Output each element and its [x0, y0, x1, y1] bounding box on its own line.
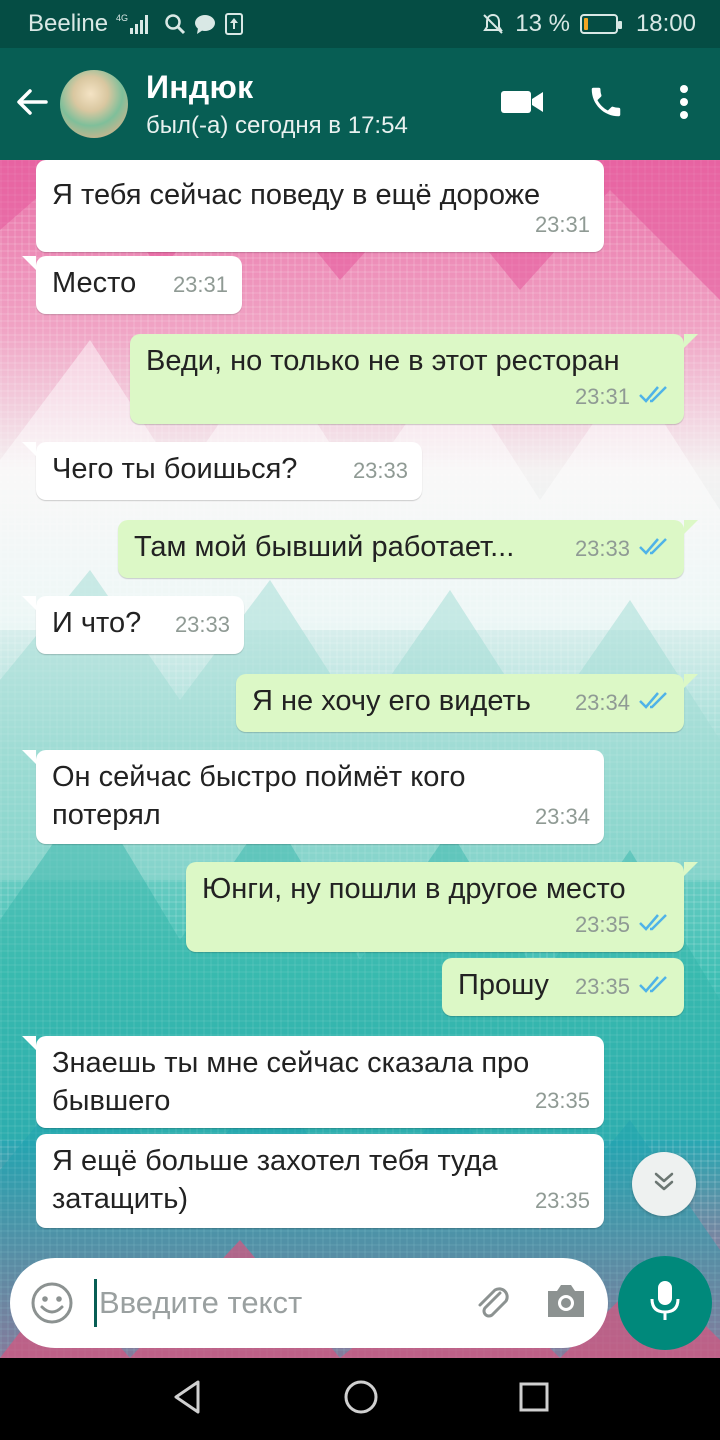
message-incoming[interactable]: Место 23:31 [22, 256, 242, 314]
message-time: 23:34 [575, 684, 670, 722]
voice-record-button[interactable] [618, 1256, 712, 1350]
phone-icon [587, 83, 625, 126]
more-vertical-icon [679, 84, 689, 125]
battery-fill [583, 18, 588, 30]
battery-icon [579, 14, 622, 34]
double-chevron-down-icon [650, 1168, 678, 1201]
recents-nav-button[interactable] [518, 1381, 550, 1418]
back-button[interactable] [4, 48, 60, 160]
message-time: 23:33 [575, 530, 670, 568]
arrow-left-icon [14, 84, 50, 125]
last-seen: был(-а) сегодня в 17:54 [146, 111, 408, 139]
message-text: Знаешь ты мне сейчас сказала про бывшего [52, 1047, 530, 1117]
message-outgoing[interactable]: Прошу 23:35 [442, 958, 684, 1016]
circle-home-icon [343, 1380, 379, 1419]
menu-button[interactable] [648, 48, 720, 160]
message-time: 23:31 [172, 272, 228, 297]
message-text: Он сейчас быстро поймёт кого потерял [52, 761, 466, 831]
double-check-icon [638, 906, 670, 944]
avatar[interactable] [60, 70, 128, 138]
contact-name: Индюк [146, 68, 254, 105]
video-call-button[interactable] [480, 48, 564, 160]
message-time: 23:31 [575, 378, 670, 416]
message-incoming[interactable]: Он сейчас быстро поймёт кого потерял 23:… [22, 750, 604, 844]
home-nav-button[interactable] [343, 1379, 379, 1420]
message-incoming[interactable]: Я тебя сейчас поведу в ещё дороже 23:31 [36, 160, 604, 252]
paperclip-icon [470, 1279, 514, 1328]
clock: 18:00 [635, 10, 696, 37]
message-text: Юнги, ну пошли в другое место [202, 873, 626, 905]
message-time: 23:33 [174, 612, 230, 637]
attach-button[interactable] [470, 1279, 514, 1328]
microphone-icon [648, 1279, 682, 1328]
camera-button[interactable] [544, 1282, 588, 1325]
camera-icon [544, 1282, 588, 1325]
message-incoming[interactable]: Знаешь ты мне сейчас сказала про бывшего… [22, 1036, 604, 1128]
message-text: Я ещё больше захотел тебя туда затащить) [52, 1145, 498, 1215]
carrier-name: Beeline [28, 10, 109, 37]
double-check-icon [638, 378, 670, 416]
message-outgoing[interactable]: Веди, но только не в этот ресторан 23:31 [130, 334, 698, 424]
message-time: 23:35 [534, 1088, 590, 1113]
message-outgoing[interactable]: Я не хочу его видеть 23:34 [236, 674, 698, 732]
double-check-icon [638, 968, 670, 1006]
system-navigation-bar [0, 1358, 720, 1440]
search-icon [164, 13, 186, 35]
message-time: 23:34 [534, 804, 590, 829]
mute-bell-icon [481, 12, 505, 36]
signal-icon: 4G [116, 12, 156, 36]
chat-notification-icon [194, 13, 216, 35]
message-incoming[interactable]: И что? 23:33 [22, 596, 244, 654]
scroll-to-bottom-button[interactable] [632, 1152, 696, 1216]
message-text: Я тебя сейчас поведу в ещё дороже [52, 179, 541, 211]
square-recents-icon [518, 1382, 550, 1417]
network-type: 4G [116, 13, 128, 23]
message-time: 23:35 [575, 906, 670, 944]
video-camera-icon [500, 87, 544, 122]
chat-header: Индюк был(-а) сегодня в 17:54 [0, 48, 720, 160]
battery-percent: 13 % [515, 10, 570, 37]
back-nav-button[interactable] [170, 1379, 204, 1420]
double-check-icon [638, 530, 670, 568]
message-input[interactable] [99, 1285, 429, 1321]
smiley-icon[interactable] [30, 1281, 74, 1325]
text-caret [94, 1279, 97, 1327]
message-time: 23:35 [534, 1188, 590, 1213]
message-text: Веди, но только не в этот ресторан [146, 345, 620, 377]
message-incoming[interactable]: Чего ты боишься? 23:33 [22, 442, 422, 500]
triangle-back-icon [170, 1380, 204, 1419]
message-time: 23:33 [352, 458, 408, 483]
message-time: 23:31 [534, 212, 590, 237]
message-time: 23:35 [575, 968, 670, 1006]
message-outgoing[interactable]: Там мой бывший работает... 23:33 [118, 520, 698, 578]
message-outgoing[interactable]: Юнги, ну пошли в другое место 23:35 [186, 862, 698, 952]
message-composer [10, 1258, 608, 1348]
double-check-icon [638, 684, 670, 722]
status-bar: Beeline 4G 13 % 18:00 [0, 0, 720, 48]
voice-call-button[interactable] [564, 48, 648, 160]
chat-area[interactable]: Я тебя сейчас поведу в ещё дороже 23:31 … [0, 160, 720, 1358]
upload-icon [224, 12, 244, 36]
message-incoming[interactable]: Я ещё больше захотел тебя туда затащить)… [36, 1134, 604, 1228]
contact-info[interactable]: Индюк был(-а) сегодня в 17:54 [146, 69, 480, 140]
